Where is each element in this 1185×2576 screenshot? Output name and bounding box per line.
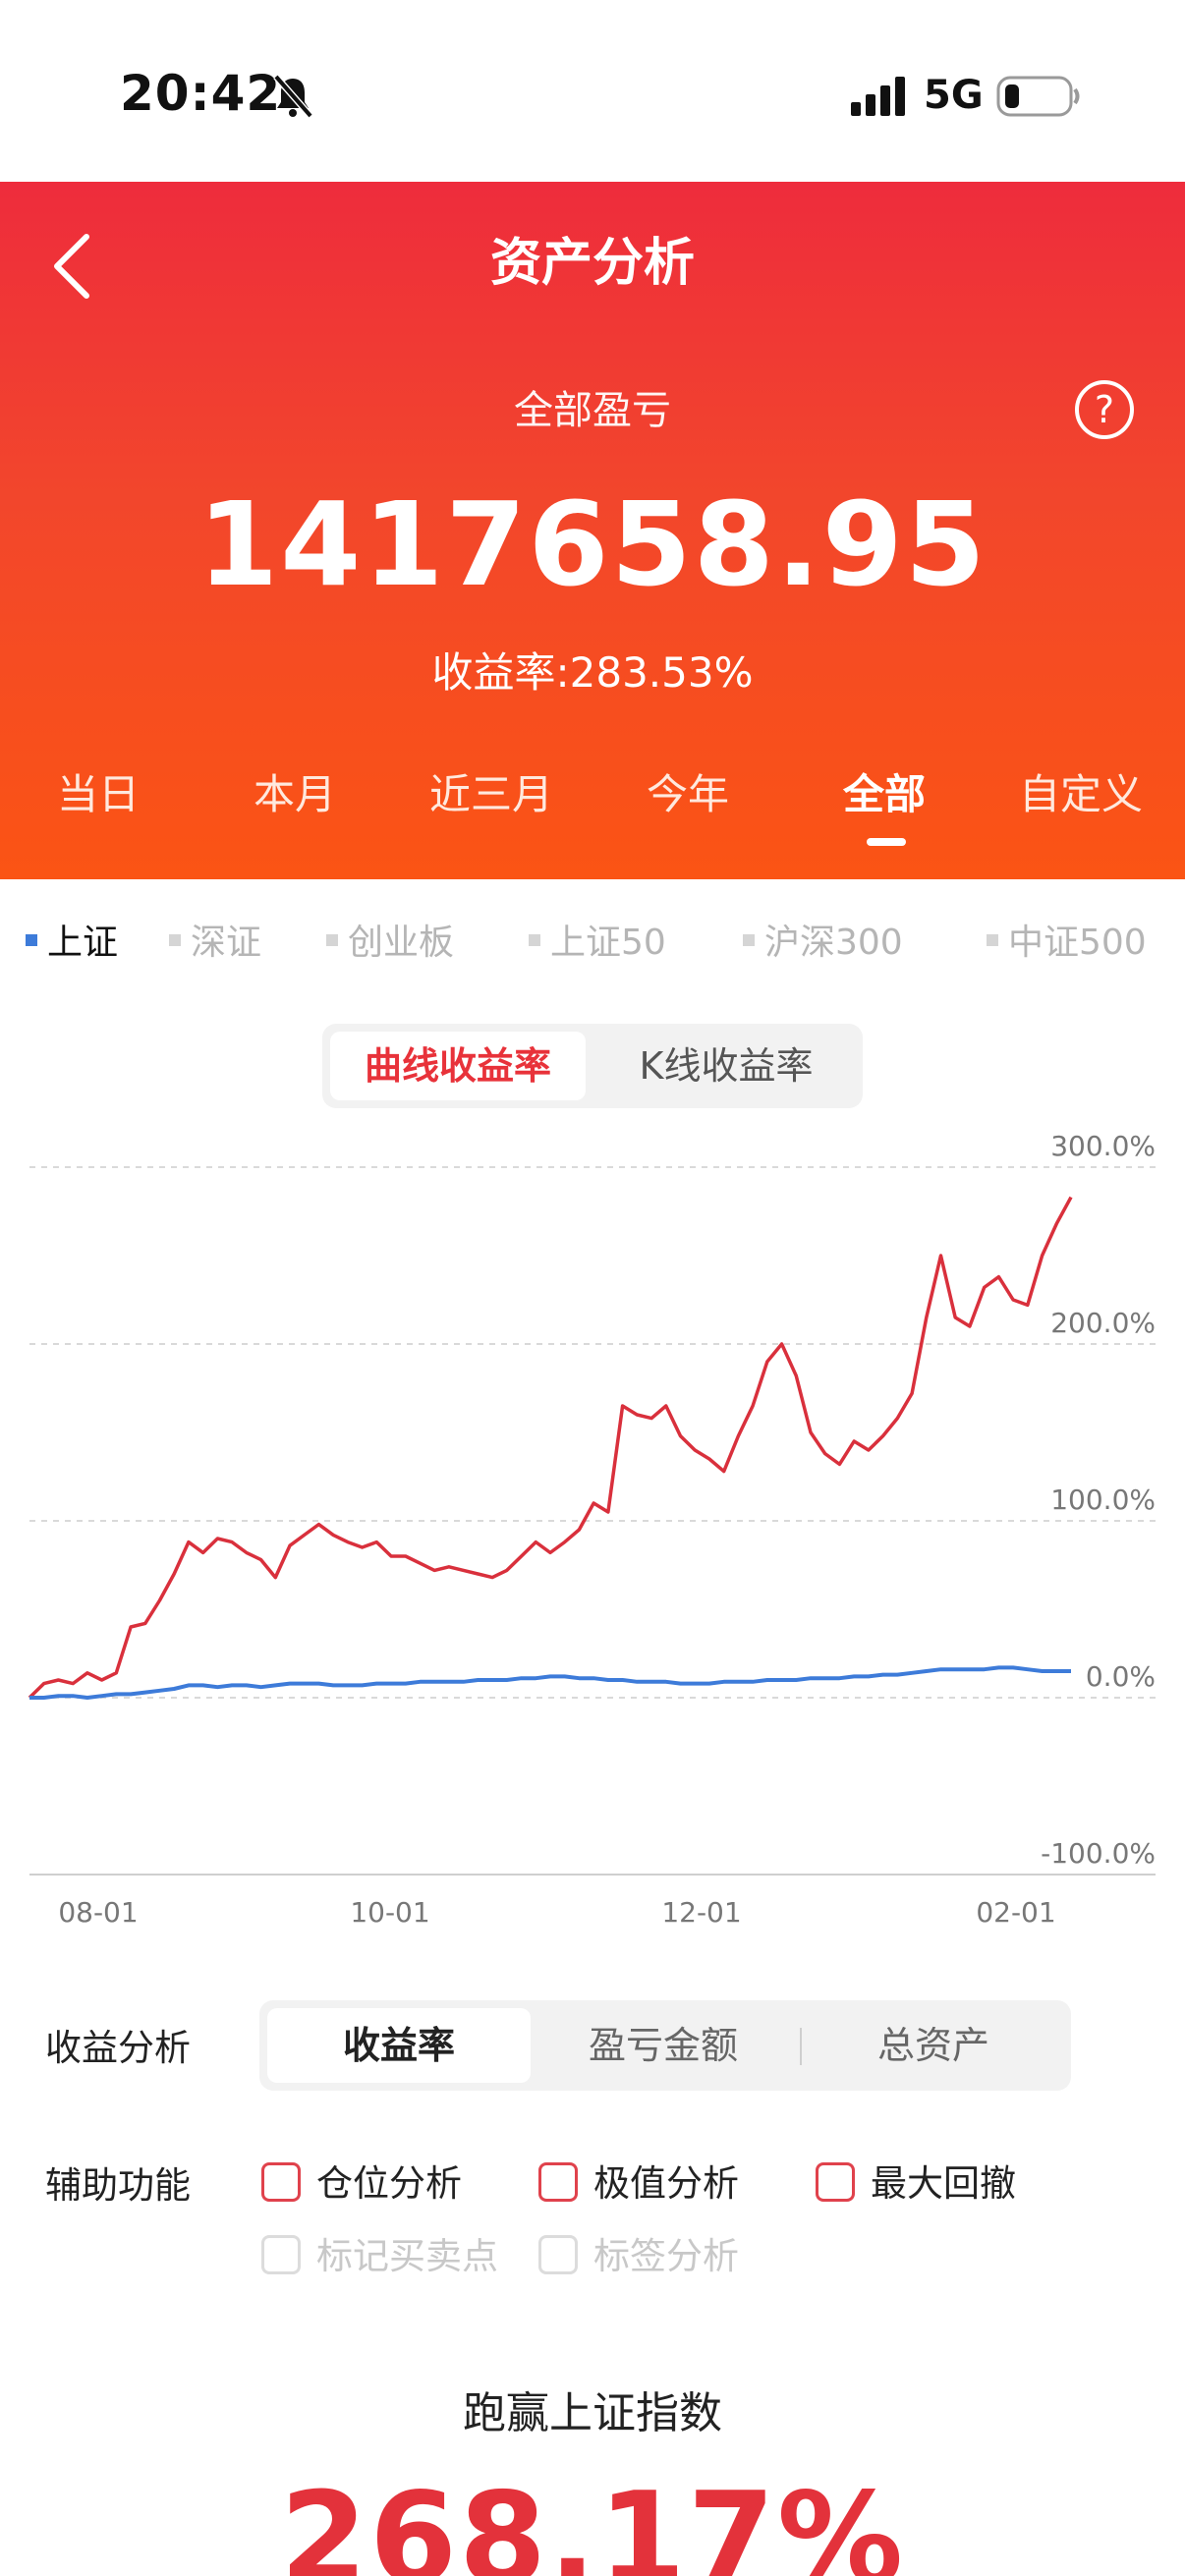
index-selector: 上证 深证 创业板 上证50 沪深300 中证500 [0, 914, 1185, 973]
extreme-analysis-checkbox[interactable]: 极值分析 [538, 2154, 739, 2205]
help-icon[interactable]: ? [1073, 378, 1136, 441]
x-tick-label: 10-01 [350, 1896, 429, 1929]
trade-points-checkbox: 标记买卖点 [261, 2226, 498, 2277]
period-tabs: 当日 本月 近三月 今年 全部 自定义 [0, 761, 1185, 850]
battery-icon [996, 76, 1080, 117]
tab-custom[interactable]: 自定义 [983, 761, 1179, 821]
total-pnl-value: 1417658.95 [198, 476, 988, 612]
asset-header: 资产分析 全部盈亏 ? 1417658.95 收益率:283.53% 当日 本月… [0, 182, 1185, 879]
aux-label: 辅助功能 [45, 2164, 191, 2207]
x-tick-label: 08-01 [58, 1896, 138, 1929]
status-bar: 20:42 5G [0, 0, 1185, 182]
legend-dot [26, 934, 37, 946]
metric-total-assets-button[interactable]: 总资产 [804, 2008, 1063, 2083]
checkbox-box [538, 2161, 578, 2202]
analysis-label: 收益分析 [45, 2027, 191, 2069]
yield-label: 收益率: [431, 648, 570, 697]
chart-type-toggle: 曲线收益率 K线收益率 [322, 1024, 863, 1108]
metric-toggle: 收益率 盈亏金额 总资产 [259, 2000, 1071, 2091]
index-csi300[interactable]: 沪深300 [743, 914, 903, 965]
y-tick-label: 300.0% [1050, 1130, 1156, 1162]
x-tick-label: 02-01 [976, 1896, 1055, 1929]
tab-today[interactable]: 当日 [0, 761, 197, 821]
max-drawdown-checkbox[interactable]: 最大回撤 [816, 2154, 1016, 2205]
index-chinext[interactable]: 创业板 [326, 914, 454, 965]
yield-rate: 收益率:283.53% [0, 640, 1185, 700]
y-tick-label: 200.0% [1050, 1307, 1156, 1339]
status-time: 20:42 [120, 65, 282, 122]
index-shanghai[interactable]: 上证 [26, 914, 118, 965]
beat-index-value: 268.17% [279, 2466, 906, 2576]
index-yield-line [29, 1665, 1071, 1700]
y-tick-label: 0.0% [1086, 1660, 1156, 1693]
y-tick-label: 100.0% [1050, 1484, 1156, 1516]
portfolio-yield-line [28, 1196, 1073, 1700]
curve-yield-button[interactable]: 曲线收益率 [330, 1032, 586, 1100]
page-title: 资产分析 [489, 234, 695, 293]
y-tick-label: -100.0% [1041, 1837, 1156, 1870]
yield-value: 283.53% [569, 648, 754, 697]
cell-signal-icon [851, 77, 905, 116]
total-pnl-label: 全部盈亏 [514, 388, 671, 433]
tab-three-months[interactable]: 近三月 [393, 761, 590, 821]
index-csi500[interactable]: 中证500 [987, 914, 1147, 965]
tab-this-year[interactable]: 今年 [590, 761, 786, 821]
index-sse50[interactable]: 上证50 [529, 914, 666, 965]
beat-index-label: 跑赢上证指数 [463, 2388, 722, 2438]
x-tick-label: 12-01 [661, 1896, 741, 1929]
network-type: 5G [924, 73, 984, 118]
active-tab-indicator [867, 838, 906, 846]
legend-dot [743, 934, 755, 946]
metric-divider [800, 2028, 802, 2065]
metric-pnl-button[interactable]: 盈亏金额 [531, 2008, 796, 2083]
checkbox-box [261, 2161, 301, 2202]
position-analysis-checkbox[interactable]: 仓位分析 [261, 2154, 462, 2205]
index-shenzhen[interactable]: 深证 [169, 914, 261, 965]
checkbox-box [538, 2234, 578, 2274]
checkbox-box [816, 2161, 855, 2202]
tab-all[interactable]: 全部 [786, 761, 983, 821]
legend-dot [326, 934, 338, 946]
muted-bell-icon [273, 74, 313, 119]
legend-dot [529, 934, 540, 946]
legend-dot [169, 934, 181, 946]
tab-this-month[interactable]: 本月 [197, 761, 393, 821]
yield-chart: 300.0% 200.0% 100.0% 0.0% -100.0% 08-01 10-01 1… [28, 1130, 1156, 1929]
kline-yield-button[interactable]: K线收益率 [597, 1032, 855, 1100]
legend-dot [987, 934, 998, 946]
metric-yield-button[interactable]: 收益率 [267, 2008, 531, 2083]
tag-analysis-checkbox: 标签分析 [538, 2226, 739, 2277]
svg-text:?: ? [1095, 388, 1114, 431]
checkbox-box [261, 2234, 301, 2274]
